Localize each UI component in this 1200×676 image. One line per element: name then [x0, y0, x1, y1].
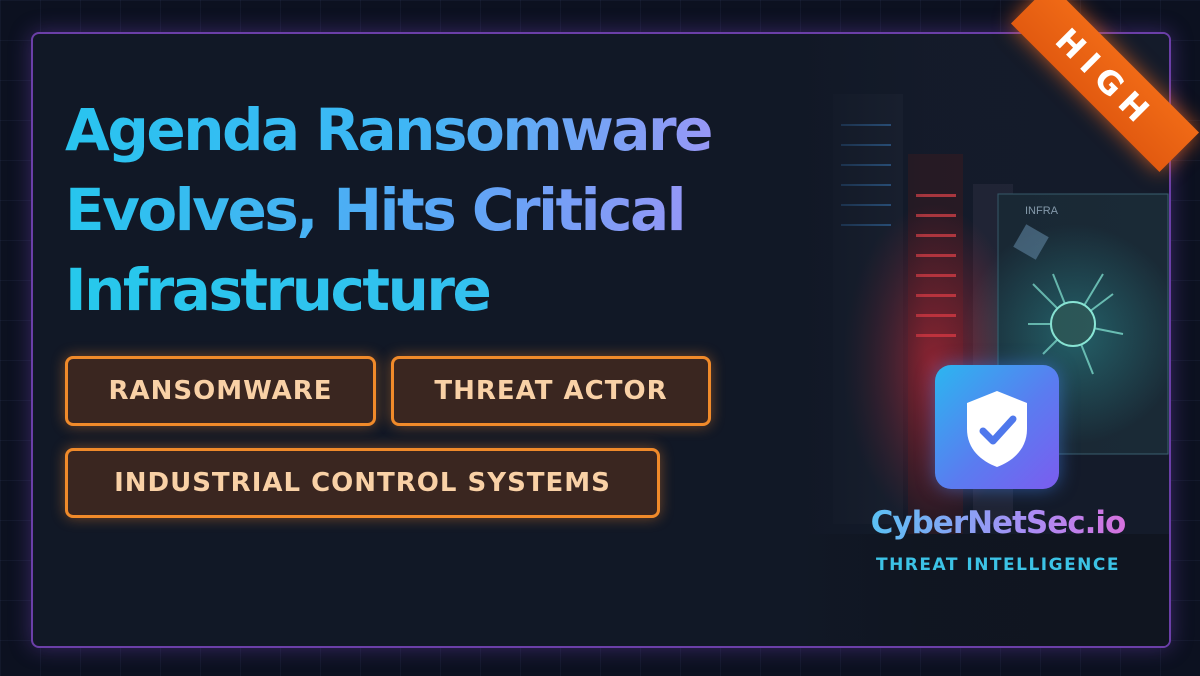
headline-line-1: Agenda Ransomware — [65, 90, 825, 170]
brand-name: CyberNetSec.io — [848, 505, 1148, 541]
brand-tagline: THREAT INTELLIGENCE — [875, 555, 1120, 575]
shield-check-icon — [967, 391, 1027, 467]
tag-ransomware[interactable]: RANSOMWARE — [65, 356, 376, 426]
shield-logo — [935, 365, 1059, 489]
tag-industrial-control-systems[interactable]: INDUSTRIAL CONTROL SYSTEMS — [65, 448, 660, 518]
headline: Agenda Ransomware Evolves, Hits Critical… — [65, 90, 825, 330]
scene-screen-label: INFRA — [1025, 205, 1059, 217]
headline-line-2: Evolves, Hits Critical — [65, 170, 825, 250]
headline-line-3: Infrastructure — [65, 250, 825, 330]
tag-threat-actor[interactable]: THREAT ACTOR — [391, 356, 711, 426]
